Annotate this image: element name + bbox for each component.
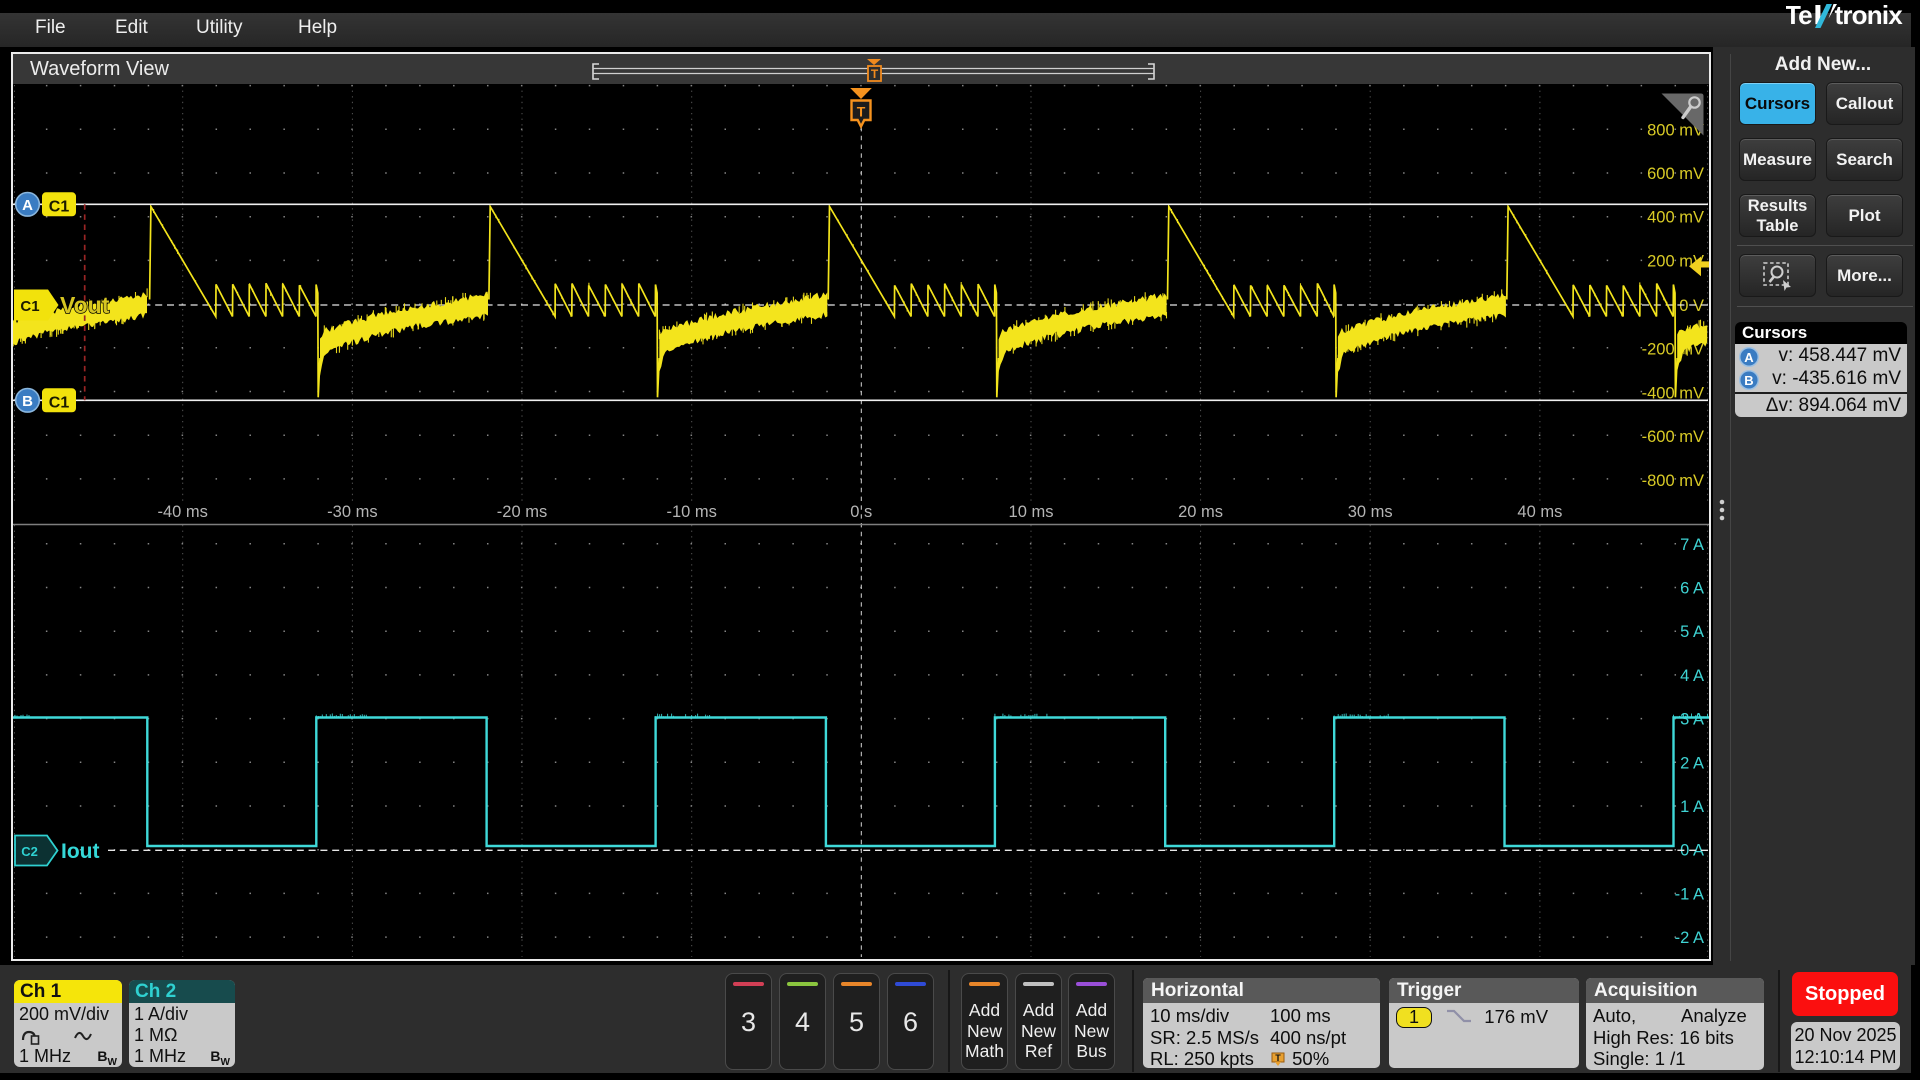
svg-text:0 V: 0 V bbox=[1679, 297, 1704, 315]
svg-text:C1: C1 bbox=[20, 298, 39, 315]
svg-text:7 A: 7 A bbox=[1680, 536, 1704, 554]
svg-text:-30 ms: -30 ms bbox=[327, 503, 377, 521]
svg-text:10 ms: 10 ms bbox=[1009, 503, 1054, 521]
svg-text:40 ms: 40 ms bbox=[1517, 503, 1562, 521]
svg-text:4 A: 4 A bbox=[1680, 667, 1704, 685]
svg-text:T: T bbox=[857, 104, 866, 120]
svg-text:20 ms: 20 ms bbox=[1178, 503, 1223, 521]
svg-text:C1: C1 bbox=[49, 394, 70, 411]
svg-text:-600 mV: -600 mV bbox=[1642, 428, 1704, 446]
svg-text:A: A bbox=[1744, 350, 1754, 365]
svg-text:C2: C2 bbox=[21, 844, 38, 859]
svg-text:C1: C1 bbox=[49, 198, 70, 215]
svg-text:T: T bbox=[1275, 1053, 1281, 1063]
svg-text:6 A: 6 A bbox=[1680, 580, 1704, 598]
svg-text:5 A: 5 A bbox=[1680, 623, 1704, 641]
svg-text:600 mV: 600 mV bbox=[1647, 165, 1704, 183]
svg-text:2 A: 2 A bbox=[1680, 754, 1704, 772]
svg-text:B: B bbox=[1744, 373, 1753, 388]
svg-text:3 A: 3 A bbox=[1680, 711, 1704, 729]
svg-text:Vout: Vout bbox=[60, 292, 110, 318]
svg-text:A: A bbox=[22, 197, 33, 214]
svg-text:B: B bbox=[22, 393, 33, 410]
svg-text:30 ms: 30 ms bbox=[1348, 503, 1393, 521]
svg-text:-20 ms: -20 ms bbox=[497, 503, 547, 521]
svg-text:-40 ms: -40 ms bbox=[157, 503, 207, 521]
svg-text:1 A: 1 A bbox=[1680, 798, 1704, 816]
svg-text:-2 A: -2 A bbox=[1675, 929, 1704, 947]
svg-text:-800 mV: -800 mV bbox=[1642, 472, 1704, 490]
svg-text:Te: Te bbox=[1786, 0, 1812, 30]
svg-text:tronix: tronix bbox=[1835, 0, 1904, 30]
svg-text:-10 ms: -10 ms bbox=[666, 503, 716, 521]
svg-text:-1 A: -1 A bbox=[1675, 885, 1704, 903]
svg-text:400 mV: 400 mV bbox=[1647, 209, 1704, 227]
svg-text:Iout: Iout bbox=[61, 840, 99, 863]
svg-text:T: T bbox=[871, 67, 879, 81]
